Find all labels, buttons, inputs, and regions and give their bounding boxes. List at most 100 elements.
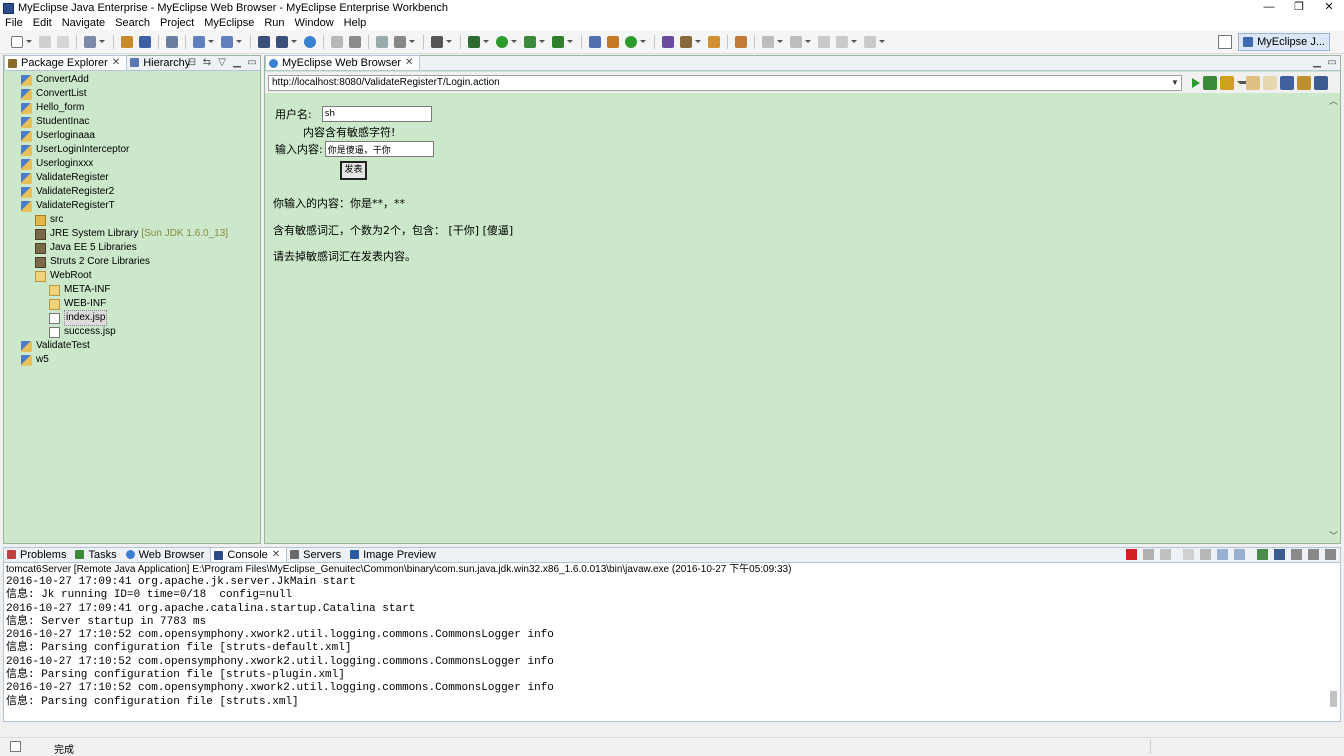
browser-settings-icon[interactable] (1314, 75, 1328, 90)
server-console-icon[interactable] (431, 35, 443, 48)
coverage-icon[interactable] (552, 35, 564, 48)
browser-vertical-scrollbar[interactable]: ︿ ﹀ (1328, 94, 1338, 542)
forward-icon[interactable] (864, 35, 876, 48)
server-icon[interactable] (139, 35, 151, 48)
next-annotation-icon[interactable] (762, 35, 774, 48)
minimize-view-icon[interactable]: ▁ (231, 57, 243, 69)
deploy-icon[interactable] (121, 35, 133, 48)
next-annotation-dropdown-icon[interactable] (777, 40, 783, 43)
new-web-project-icon[interactable] (193, 35, 205, 48)
tab-servers[interactable]: Servers (287, 547, 347, 562)
new-java-package-icon[interactable] (607, 35, 619, 48)
new-java-class-dropdown-icon[interactable] (640, 40, 646, 43)
report-dropdown-icon[interactable] (409, 40, 415, 43)
last-edit-icon[interactable] (818, 35, 830, 48)
run-external-icon[interactable] (524, 35, 536, 48)
menu-navigate[interactable]: Navigate (57, 16, 110, 30)
restore-button[interactable]: ❐ (1284, 0, 1314, 16)
open-type-dropdown-icon[interactable] (99, 40, 105, 43)
run-dropdown-icon[interactable] (511, 40, 517, 43)
search-dropdown-icon[interactable] (695, 40, 701, 43)
tab-image-preview[interactable]: Image Preview (347, 547, 442, 562)
tree-item[interactable]: Hello_form (4, 101, 260, 115)
view-menu-icon[interactable]: ▽ (216, 57, 228, 69)
chevron-down-icon[interactable]: ▼ (1170, 77, 1180, 89)
tree-item[interactable]: Userloginaaa (4, 129, 260, 143)
server-console-dropdown-icon[interactable] (446, 40, 452, 43)
tool-icon[interactable] (331, 35, 343, 48)
menu-myeclipse[interactable]: MyEclipse (199, 16, 259, 30)
tab-tasks[interactable]: Tasks (72, 547, 122, 562)
menu-file[interactable]: File (0, 16, 28, 30)
annotation-icon[interactable] (735, 35, 747, 48)
go-icon[interactable] (1192, 77, 1200, 88)
stop-icon[interactable] (1280, 75, 1294, 90)
maximize-view-icon[interactable]: ▭ (246, 57, 258, 69)
new-ejb-icon[interactable] (221, 35, 233, 48)
back-dropdown-icon[interactable] (851, 40, 857, 43)
back-icon[interactable] (836, 35, 848, 48)
debug-dropdown-icon[interactable] (483, 40, 489, 43)
tree-item[interactable]: ConvertAdd (4, 73, 260, 87)
console-horizontal-scrollbar[interactable] (4, 710, 1328, 721)
tree-item[interactable]: ValidateRegister (4, 171, 260, 185)
tool-icon[interactable] (349, 35, 361, 48)
tree-item[interactable]: ValidateRegister2 (4, 185, 260, 199)
menu-help[interactable]: Help (339, 16, 372, 30)
tree-item[interactable]: ValidateTest (4, 339, 260, 353)
refresh-icon[interactable] (1203, 75, 1217, 90)
minimize-view-icon[interactable]: ▁ (1311, 57, 1323, 69)
tab-package-explorer[interactable]: Package Explorer ✕ (4, 55, 128, 70)
clear-console-icon[interactable] (1183, 549, 1194, 560)
tab-problems[interactable]: Problems (4, 547, 72, 562)
new-java-class-icon[interactable] (625, 35, 637, 48)
pin-console-icon[interactable] (1257, 549, 1268, 560)
tree-item[interactable]: JRE System Library [Sun JDK 1.6.0_13] (4, 227, 260, 241)
tree-item[interactable]: src (4, 213, 260, 227)
new-web-project-dropdown-icon[interactable] (208, 40, 214, 43)
menu-window[interactable]: Window (290, 16, 339, 30)
remove-launch-icon[interactable] (1143, 549, 1154, 560)
previous-annotation-dropdown-icon[interactable] (805, 40, 811, 43)
bookmark-star-icon[interactable] (1220, 75, 1234, 90)
terminate-icon[interactable] (1126, 549, 1137, 560)
scroll-up-icon[interactable]: ︿ (1329, 94, 1338, 107)
console-vertical-scrollbar[interactable] (1328, 576, 1339, 722)
tree-item[interactable]: WEB-INF (4, 297, 260, 311)
tree-item[interactable]: WebRoot (4, 269, 260, 283)
minimize-view-icon[interactable] (1308, 549, 1319, 560)
run-icon[interactable] (496, 35, 508, 48)
tab-myeclipse-web-browser[interactable]: MyEclipse Web Browser ✕ (265, 55, 421, 70)
tree-item[interactable]: StudentInac (4, 115, 260, 129)
close-tab-icon[interactable]: ✕ (272, 548, 280, 562)
menu-project[interactable]: Project (155, 16, 199, 30)
display-selected-console-icon[interactable] (1274, 549, 1285, 560)
print-icon[interactable] (57, 35, 69, 48)
link-with-editor-icon[interactable]: ⇆ (201, 57, 213, 69)
maximize-view-icon[interactable] (1325, 549, 1336, 560)
tree-item[interactable]: success.jsp (4, 325, 260, 339)
tree-item[interactable]: Java EE 5 Libraries (4, 241, 260, 255)
scroll-lock-icon[interactable] (1200, 549, 1211, 560)
previous-annotation-icon[interactable] (790, 35, 802, 48)
image-icon[interactable] (376, 35, 388, 48)
menu-search[interactable]: Search (110, 16, 155, 30)
content-input[interactable] (324, 141, 434, 157)
coverage-dropdown-icon[interactable] (567, 40, 573, 43)
menu-edit[interactable]: Edit (28, 16, 57, 30)
collapse-all-icon[interactable]: ⊟ (186, 57, 198, 69)
tree-item[interactable]: index.jsp (4, 310, 260, 326)
new-ejb-dropdown-icon[interactable] (236, 40, 242, 43)
debug-icon[interactable] (468, 35, 480, 48)
submit-button[interactable]: 发表 (340, 161, 367, 180)
back-arrow-icon[interactable] (1246, 75, 1260, 90)
tab-web-browser[interactable]: Web Browser (123, 547, 211, 562)
scroll-down-icon[interactable]: ﹀ (1329, 529, 1338, 542)
database-icon[interactable] (166, 35, 178, 48)
new-class-icon[interactable] (258, 35, 270, 48)
tree-item[interactable]: Userloginxxx (4, 157, 260, 171)
close-tab-icon[interactable]: ✕ (405, 56, 413, 70)
scrollbar-thumb[interactable] (1330, 691, 1337, 707)
new-package-dropdown-icon[interactable] (291, 40, 297, 43)
open-perspective-icon[interactable] (1218, 35, 1233, 49)
